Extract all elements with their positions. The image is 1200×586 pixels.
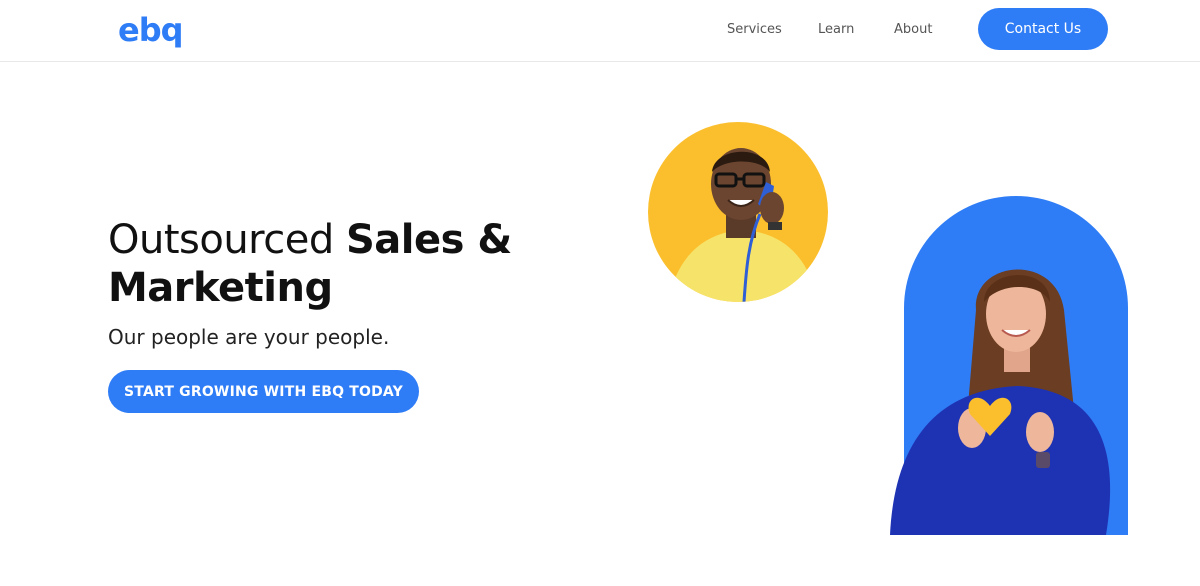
hero-title: Outsourced Sales & Marketing [108, 216, 588, 312]
start-growing-button[interactable]: START GROWING WITH EBQ TODAY [108, 370, 419, 413]
site-header: ebq Services Learn About Contact Us [0, 0, 1200, 62]
nav-services-link[interactable]: Services [727, 22, 782, 37]
woman-holding-heart-photo [880, 190, 1140, 535]
nav-about-link[interactable]: About [894, 22, 932, 37]
hero-subtitle: Our people are your people. [108, 325, 390, 349]
ebq-logo[interactable]: ebq [118, 10, 184, 50]
hero-title-bold-2: Marketing [108, 265, 333, 311]
man-on-phone-photo [648, 122, 828, 302]
hero-title-light: Outsourced [108, 217, 346, 263]
hero-title-bold-1: Sales & [345, 217, 512, 263]
contact-us-button[interactable]: Contact Us [978, 8, 1108, 50]
nav-learn-link[interactable]: Learn [818, 22, 854, 37]
